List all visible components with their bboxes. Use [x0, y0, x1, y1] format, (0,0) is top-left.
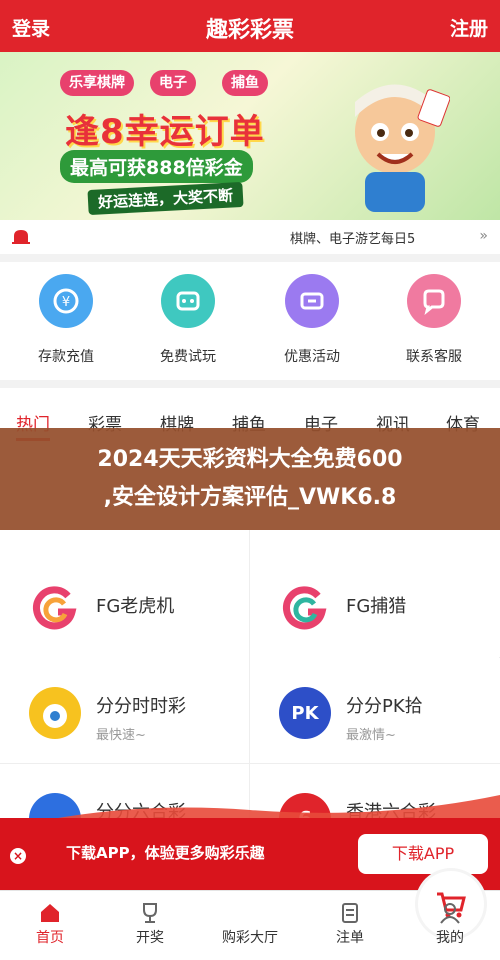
nav-home[interactable]: 首页: [0, 901, 100, 947]
nav-label: 我的: [436, 930, 464, 946]
quick-label: 优惠活动: [284, 349, 340, 365]
grid-divider: [0, 763, 500, 764]
game-grid: FG老虎机 FG捕猎 分分时时彩 最快速~ PK 分分PK拾 最激情~ 分分六合…: [0, 530, 500, 868]
quick-actions: ¥ 存款充值 免费试玩 优惠活动 联系客服: [0, 262, 500, 380]
game-card-fg-hunter[interactable]: FG捕猎: [250, 560, 499, 658]
close-icon[interactable]: ×: [10, 848, 26, 864]
trophy-icon: [143, 903, 157, 923]
nav-label: 注单: [336, 930, 364, 946]
title-overlay: 2024天天彩资料大全免费600 ,安全设计方案评估_VWK6.8: [0, 428, 500, 530]
game-name: 分分PK拾: [346, 696, 423, 717]
download-app-button[interactable]: 下载APP: [358, 834, 488, 874]
nav-label: 首页: [36, 930, 64, 946]
register-button[interactable]: 注册: [450, 14, 488, 41]
promo-banner[interactable]: 乐享棋牌 电子 捕鱼 逢8幸运订单 最高可获888倍彩金 好运连连，大奖不断: [0, 52, 500, 220]
quick-label: 免费试玩: [160, 349, 216, 365]
banner-tag-chess: 乐享棋牌: [60, 70, 134, 96]
quick-label: 联系客服: [406, 349, 462, 365]
banner-headline: 逢8幸运订单: [65, 112, 265, 152]
mascot-illustration: [355, 84, 450, 212]
notice-more-icon[interactable]: »: [479, 228, 488, 244]
gamepad-icon: [161, 274, 215, 328]
notice-bar[interactable]: 棋牌、电子游艺每日5 »: [0, 220, 500, 254]
nav-profile[interactable]: 我的: [400, 901, 500, 947]
deposit-icon: ¥: [39, 274, 93, 328]
banner-tag-fishing: 捕鱼: [222, 70, 268, 96]
banner-tag-electronic: 电子: [150, 70, 196, 96]
banner-slogan: 好运连连，大奖不断: [87, 181, 244, 216]
quick-label: 存款充值: [38, 349, 94, 365]
overlay-line-2: ,安全设计方案评估_VWK6.8: [103, 485, 397, 510]
overlay-line-1: 2024天天彩资料大全免费600: [97, 447, 403, 472]
chat-icon: [407, 274, 461, 328]
announcement-icon: [12, 230, 30, 244]
banner-subtitle: 最高可获888倍彩金: [60, 150, 253, 183]
home-icon: [41, 904, 59, 922]
nav-lottery-hall[interactable]: 购彩大厅: [200, 871, 484, 947]
top-bar: 登录 趣彩彩票 注册: [0, 0, 500, 52]
quick-support[interactable]: 联系客服: [384, 274, 484, 366]
user-icon: [440, 903, 460, 924]
quick-free-trial[interactable]: 免费试玩: [138, 274, 238, 366]
svg-text:PK: PK: [291, 703, 319, 724]
ticket-icon: [285, 274, 339, 328]
fg-logo-icon: [279, 583, 331, 635]
ssc-logo-icon: [29, 687, 81, 739]
document-icon: [342, 903, 358, 923]
fg-logo-icon: [29, 583, 81, 635]
game-card-ff-pk10[interactable]: PK 分分PK拾 最激情~: [250, 664, 499, 762]
quick-deposit[interactable]: ¥ 存款充值: [16, 274, 116, 366]
promo-text: 下载APP，体验更多购彩乐趣: [66, 844, 265, 862]
svg-text:¥: ¥: [62, 295, 70, 310]
nav-results[interactable]: 开奖: [100, 901, 200, 947]
bottom-nav: 首页 开奖 购彩大厅 注单 我的: [0, 871, 500, 960]
notice-text: 棋牌、电子游艺每日5: [290, 232, 416, 247]
download-promo: × 下载APP，体验更多购彩乐趣 下载APP: [0, 818, 500, 890]
game-subtitle: 最激情~: [346, 728, 396, 743]
nav-label: 开奖: [136, 930, 164, 946]
nav-label: 购彩大厅: [222, 930, 278, 946]
game-name: FG老虎机: [96, 596, 175, 617]
game-card-fg-slots[interactable]: FG老虎机: [0, 560, 249, 658]
category-tabs: 热门 彩票 棋牌 捕鱼 电子 视讯 体育: [0, 388, 500, 441]
app-title: 趣彩彩票: [205, 18, 294, 43]
nav-orders[interactable]: 注单: [300, 901, 400, 947]
game-card-ff-ssc[interactable]: 分分时时彩 最快速~: [0, 664, 249, 762]
pk-logo-icon: PK: [279, 687, 331, 739]
game-name: FG捕猎: [346, 596, 407, 617]
game-name: 分分时时彩: [96, 696, 186, 717]
quick-promotions[interactable]: 优惠活动: [262, 274, 362, 366]
game-subtitle: 最快速~: [96, 728, 146, 743]
